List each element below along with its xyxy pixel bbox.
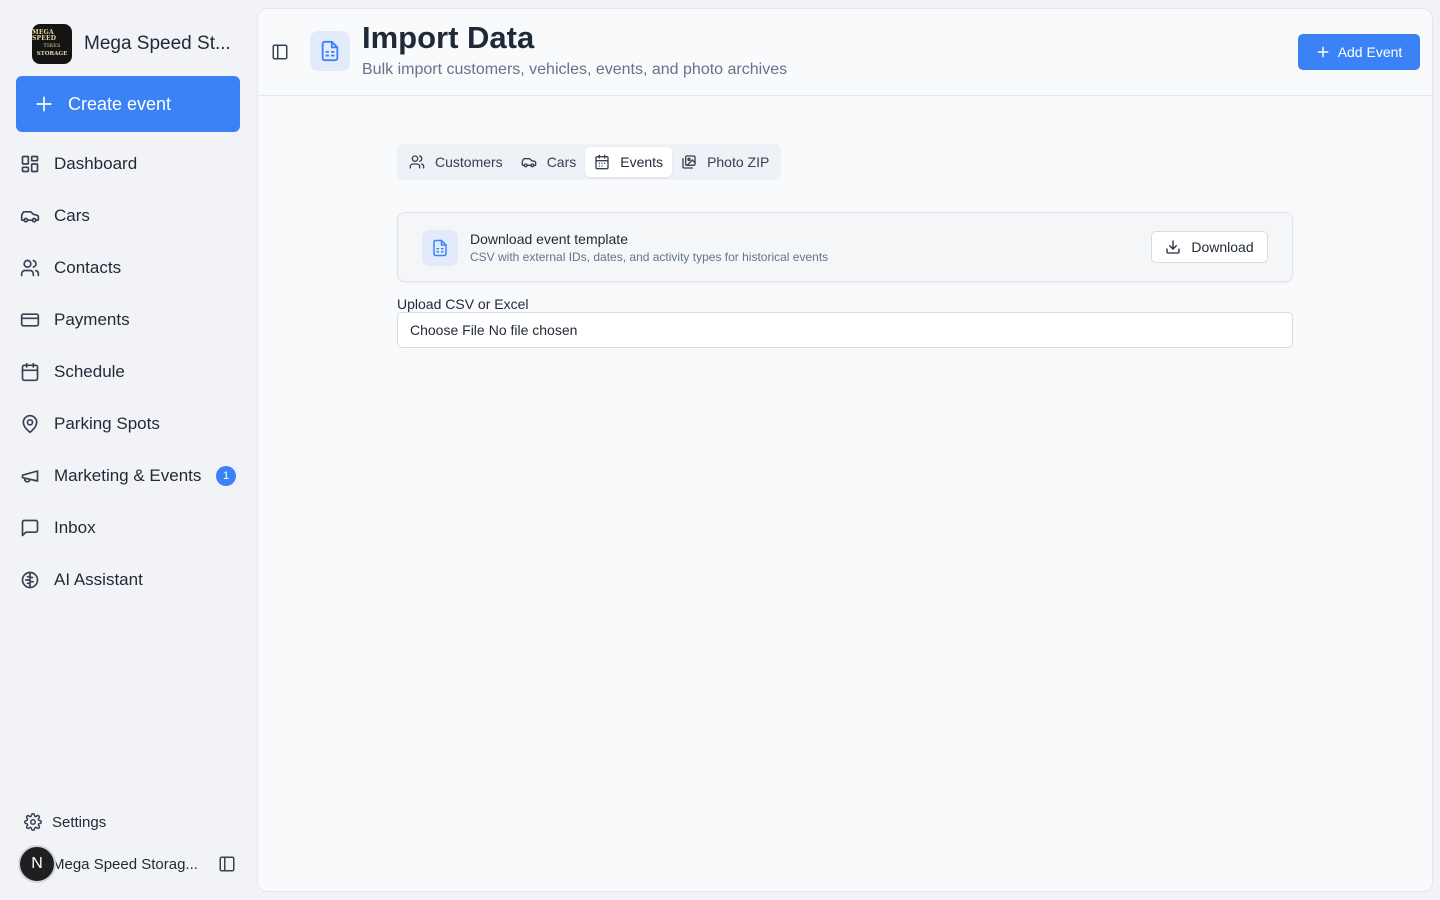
tab-label: Photo ZIP [707, 154, 770, 170]
choose-file-button[interactable]: Choose File [410, 322, 485, 338]
download-template-button[interactable]: Download [1151, 231, 1268, 263]
main-panel: Import Data Bulk import customers, vehic… [257, 8, 1433, 892]
page-icon [310, 31, 350, 71]
tab-customers[interactable]: Customers [400, 147, 512, 177]
sidebar-item-ai-assistant[interactable]: AI Assistant [16, 554, 240, 606]
avatar: N [18, 845, 56, 883]
file-spreadsheet-icon [321, 40, 339, 62]
sidebar-item-label: Marketing & Events [54, 466, 202, 485]
add-event-label: Add Event [1337, 44, 1403, 60]
brand-logo-line-3: STORAGE [36, 51, 68, 58]
sidebar: MEGA SPEED TIRES STORAGE Mega Speed St..… [0, 0, 256, 900]
sidebar-item-label: Dashboard [54, 154, 138, 173]
car-icon [20, 211, 40, 223]
brand-logo: MEGA SPEED TIRES STORAGE [32, 24, 72, 64]
account-name: Mega Speed Storag... [52, 855, 198, 873]
tab-label: Events [620, 154, 664, 170]
gear-icon [24, 813, 42, 831]
template-description: CSV with external IDs, dates, and activi… [470, 250, 829, 264]
sidebar-item-label: AI Assistant [54, 570, 143, 589]
file-upload-input[interactable]: Choose File No file chosen [397, 312, 1293, 348]
create-event-label: Create event [68, 93, 172, 114]
sidebar-item-payments[interactable]: Payments [16, 294, 240, 346]
download-label: Download [1191, 239, 1254, 255]
users-icon [20, 259, 40, 277]
brand-name: Mega Speed St... [84, 33, 231, 54]
sidebar-item-label: Cars [54, 206, 90, 225]
download-icon [1166, 240, 1181, 254]
notification-badge: 1 [216, 466, 236, 486]
credit-card-icon [20, 313, 40, 327]
brand-logo-line-2: TIRES [43, 43, 61, 50]
brand-logo-line-1: MEGA SPEED [32, 29, 57, 43]
sidebar-item-inbox[interactable]: Inbox [16, 502, 240, 554]
upload-label: Upload CSV or Excel [397, 296, 529, 312]
template-title: Download event template [470, 231, 628, 247]
import-tabs: Customers Cars Events Photo ZIP [397, 144, 782, 180]
account-menu[interactable]: N Mega Speed Storag... [18, 844, 240, 884]
tab-photo-zip[interactable]: Photo ZIP [672, 147, 778, 177]
megaphone-icon [21, 470, 39, 483]
tab-events[interactable]: Events [585, 147, 673, 177]
sidebar-item-label: Payments [54, 310, 130, 329]
sidebar-toggle-icon[interactable] [271, 43, 289, 61]
page-title: Import Data [362, 20, 535, 55]
file-status: No file chosen [488, 322, 578, 338]
sidebar-item-label: Parking Spots [54, 414, 160, 433]
file-spreadsheet-icon [433, 239, 447, 257]
tab-label: Customers [435, 154, 503, 170]
sidebar-item-marketing-events[interactable]: Marketing & Events 1 [16, 450, 240, 502]
dashboard-icon [21, 155, 39, 173]
brain-icon [21, 571, 39, 589]
add-event-button[interactable]: Add Event [1298, 34, 1420, 70]
sidebar-item-dashboard[interactable]: Dashboard [16, 138, 240, 190]
create-event-button[interactable]: Create event [16, 76, 240, 132]
users-icon [409, 155, 425, 169]
sidebar-toggle-icon[interactable] [218, 855, 236, 873]
images-icon [682, 155, 696, 169]
settings-link[interactable]: Settings [24, 813, 106, 831]
map-pin-icon [22, 414, 38, 434]
brand[interactable]: MEGA SPEED TIRES STORAGE Mega Speed St..… [32, 24, 231, 64]
page-subtitle: Bulk import customers, vehicles, events,… [362, 61, 788, 78]
message-square-icon [21, 519, 39, 537]
plus-icon [1317, 46, 1329, 58]
tab-label: Cars [546, 154, 577, 170]
sidebar-item-label: Inbox [54, 518, 96, 537]
sidebar-nav: Dashboard Cars Contacts Payments Schedul… [16, 138, 240, 606]
tab-cars[interactable]: Cars [512, 147, 586, 177]
sidebar-item-schedule[interactable]: Schedule [16, 346, 240, 398]
settings-label: Settings [52, 813, 107, 831]
sidebar-item-label: Schedule [54, 362, 125, 381]
car-icon [521, 158, 537, 168]
calendar-icon [595, 154, 609, 170]
card-icon [422, 230, 458, 266]
sidebar-item-label: Contacts [54, 258, 122, 277]
page-header: Import Data Bulk import customers, vehic… [258, 9, 1432, 96]
sidebar-item-contacts[interactable]: Contacts [16, 242, 240, 294]
template-card: Download event template CSV with externa… [397, 212, 1293, 282]
sidebar-item-parking-spots[interactable]: Parking Spots [16, 398, 240, 450]
sidebar-item-cars[interactable]: Cars [16, 190, 240, 242]
plus-icon [36, 96, 52, 112]
calendar-icon [21, 362, 39, 382]
